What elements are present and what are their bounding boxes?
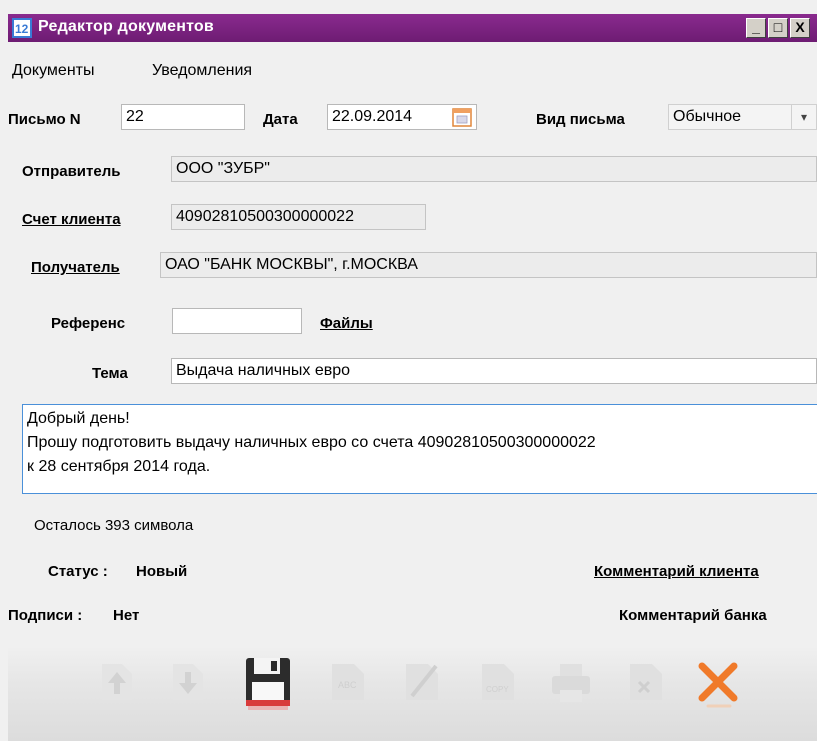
document-icon[interactable]: ABC [324,656,374,706]
svg-text:12: 12 [15,22,29,36]
chevron-down-icon[interactable]: ▾ [791,105,816,129]
client-comment-link[interactable]: Комментарий клиента [594,563,759,580]
letter-number-input[interactable]: 22 [121,104,245,130]
action-toolbar: ABC COPY [8,646,817,741]
menu-bar: Документы Уведомления [8,56,817,86]
minimize-button[interactable]: _ [746,18,766,38]
message-line: к 28 сентября 2014 года. [27,458,211,475]
remaining-chars: Осталось 393 символа [34,517,194,534]
date-value: 22.09.2014 [332,108,413,125]
window-close-button[interactable]: X [790,18,810,38]
sender-field: ООО "ЗУБР" [171,156,817,182]
close-icon[interactable] [694,656,744,708]
delete-document-icon[interactable] [622,656,672,706]
arrow-down-icon[interactable] [165,656,215,706]
title-bar[interactable]: 12 Редактор документов _ □ X [8,14,817,42]
svg-text:COPY: COPY [486,685,509,694]
form-area: Письмо N 22 Дата 22.09.2014 Вид письма О… [8,86,817,741]
sender-label: Отправитель [22,163,121,180]
copy-icon[interactable]: COPY [474,656,524,706]
letter-type-value: Обычное [673,108,742,125]
letter-number-label: Письмо N [8,111,81,128]
menu-documents[interactable]: Документы [12,62,94,80]
message-body-textarea[interactable]: Добрый день! Прошу подготовить выдачу на… [22,404,817,494]
files-link[interactable]: Файлы [320,315,373,332]
window-title: Редактор документов [38,18,214,35]
calendar-icon[interactable] [452,107,472,127]
save-icon[interactable] [244,656,294,710]
letter-type-label: Вид письма [536,111,625,128]
client-account-link[interactable]: Счет клиента [22,211,121,228]
date-label: Дата [263,111,298,128]
signatures-value: Нет [113,607,140,624]
reference-input[interactable] [172,308,302,334]
subject-label: Тема [92,365,128,382]
svg-text:ABC: ABC [338,680,357,690]
menu-notifications[interactable]: Уведомления [152,62,252,80]
subject-input[interactable]: Выдача наличных евро [171,358,817,384]
letter-type-select[interactable]: Обычное ▾ [668,104,817,130]
message-line: Прошу подготовить выдачу наличных евро с… [27,434,596,451]
status-value: Новый [136,563,188,580]
reference-label: Референс [51,315,126,332]
bank-comment-label: Комментарий банка [619,607,767,624]
client-account-field: 40902810500300000022 [171,204,426,230]
recipient-link[interactable]: Получатель [31,259,120,276]
status-label: Статус : [48,563,108,580]
maximize-button[interactable]: □ [768,18,788,38]
print-icon[interactable] [546,656,596,706]
message-line: Добрый день! [27,410,130,427]
document-editor-window: 12 Редактор документов _ □ X Документы У… [0,0,817,741]
arrow-up-icon[interactable] [94,656,144,706]
signatures-label: Подписи : [8,607,83,624]
recipient-field: ОАО "БАНК МОСКВЫ", г.МОСКВА [160,252,817,278]
app-icon: 12 [12,18,32,38]
sign-icon[interactable] [398,656,448,706]
